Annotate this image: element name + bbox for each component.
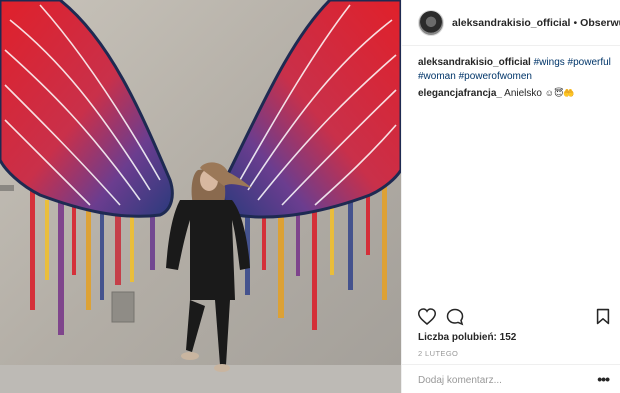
likes-count[interactable]: Liczba polubień: 152 bbox=[418, 332, 516, 343]
header-username[interactable]: aleksandrakisio_official bbox=[452, 17, 570, 29]
comment-emoji: ☺😇🤲 bbox=[544, 88, 575, 98]
comment-item: elegancjafrancja_ Anielsko ☺😇🤲 bbox=[418, 87, 614, 101]
add-comment-bar: Dodaj komentarz... ••• bbox=[402, 364, 620, 393]
comment-username[interactable]: elegancjafrancja_ bbox=[418, 88, 502, 99]
caption: aleksandrakisio_official #wings #powerfu… bbox=[418, 56, 614, 83]
hashtag-link[interactable]: #wings bbox=[534, 57, 565, 68]
hashtag-link[interactable]: #powerofwomen bbox=[459, 71, 532, 82]
heart-icon[interactable] bbox=[417, 308, 437, 330]
header-separator: • bbox=[573, 16, 578, 29]
bookmark-icon[interactable] bbox=[596, 308, 610, 330]
comment-icon[interactable] bbox=[446, 308, 464, 331]
hashtag-link[interactable]: #powerful bbox=[568, 57, 611, 68]
post-actions bbox=[417, 308, 610, 331]
avatar[interactable] bbox=[418, 9, 444, 36]
comments-list: aleksandrakisio_official #wings #powerfu… bbox=[418, 56, 614, 105]
post-date: 2 LUTEGO bbox=[418, 349, 459, 358]
caption-username[interactable]: aleksandrakisio_official bbox=[418, 57, 531, 68]
post-header: aleksandrakisio_official • Obserwuj bbox=[402, 0, 620, 46]
post-photo[interactable] bbox=[0, 0, 401, 393]
hashtag-link[interactable]: #woman bbox=[418, 71, 456, 82]
follow-button[interactable]: Obserwuj bbox=[580, 17, 620, 29]
wings-mural-image bbox=[0, 0, 401, 393]
comment-text: Anielsko bbox=[504, 88, 542, 99]
more-options-icon[interactable]: ••• bbox=[597, 371, 610, 387]
post-side-panel: aleksandrakisio_official • Obserwuj alek… bbox=[401, 0, 620, 393]
add-comment-input[interactable]: Dodaj komentarz... bbox=[418, 375, 502, 386]
